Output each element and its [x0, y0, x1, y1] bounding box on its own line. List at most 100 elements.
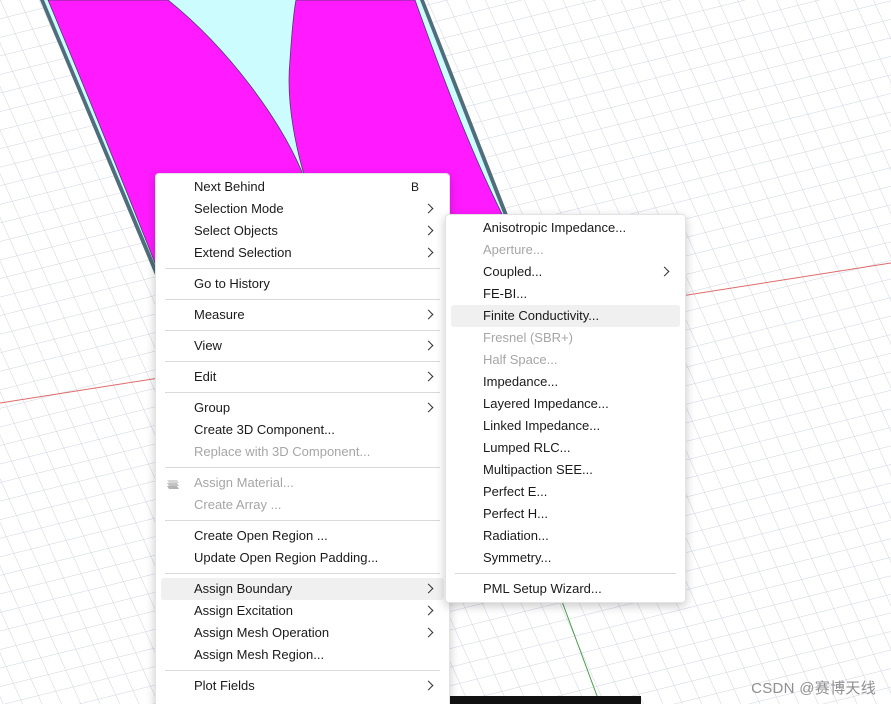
- menu-item-label: PML Setup Wizard...: [483, 581, 602, 596]
- boundary-submenu-item-perfect-h[interactable]: Perfect H...: [451, 503, 680, 525]
- menu-item-label: Next Behind: [194, 179, 265, 194]
- menu-item-label: Coupled...: [483, 264, 543, 279]
- menu-item-label: Assign Mesh Region...: [194, 647, 325, 662]
- chevron-right-icon: [423, 225, 434, 236]
- context-menu-item-view[interactable]: View: [161, 335, 444, 357]
- boundary-submenu-item-linked-impedance[interactable]: Linked Impedance...: [451, 415, 680, 437]
- chevron-right-icon: [423, 680, 434, 691]
- chevron-right-icon: [423, 247, 434, 258]
- menu-item-label: Create Array ...: [194, 497, 282, 512]
- context-menu-item-select-objects[interactable]: Select Objects: [161, 220, 444, 242]
- watermark-text: CSDN @赛博天线: [751, 680, 876, 697]
- material-stack-icon: [164, 476, 180, 490]
- menu-separator: [165, 467, 440, 468]
- boundary-submenu-item-fe-bi[interactable]: FE-BI...: [451, 283, 680, 305]
- boundary-submenu-item-half-space[interactable]: Half Space...: [451, 349, 680, 371]
- chevron-right-icon: [659, 266, 670, 277]
- context-menu-item-selection-mode[interactable]: Selection Mode: [161, 198, 444, 220]
- menu-item-label: Assign Boundary: [194, 581, 293, 596]
- menu-item-label: Aperture...: [483, 242, 544, 257]
- menu-item-label: Assign Excitation: [194, 603, 293, 618]
- menu-item-label: FE-BI...: [483, 286, 528, 301]
- menu-item-label: Perfect E...: [483, 484, 548, 499]
- boundary-submenu-item-radiation[interactable]: Radiation...: [451, 525, 680, 547]
- menu-item-label: Assign Material...: [194, 475, 294, 490]
- context-menu-item-replace-with-3d-component[interactable]: Replace with 3D Component...: [161, 441, 444, 463]
- context-menu-item-create-open-region[interactable]: Create Open Region ...: [161, 525, 444, 547]
- menu-separator: [165, 392, 440, 393]
- menu-separator: [455, 573, 676, 574]
- menu-item-label: Linked Impedance...: [483, 418, 601, 433]
- context-menu-item-plot-fields[interactable]: Plot Fields: [161, 675, 444, 697]
- menu-item-label: Plot Fields: [194, 678, 255, 693]
- context-menu-item-assign-excitation[interactable]: Assign Excitation: [161, 600, 444, 622]
- context-menu-item-go-to-history[interactable]: Go to History: [161, 273, 444, 295]
- context-menu[interactable]: Next Behind B Selection Mode Select Objects…: [155, 173, 450, 704]
- menu-separator: [165, 573, 440, 574]
- menu-item-label: Radiation...: [483, 528, 549, 543]
- chevron-right-icon: [423, 605, 434, 616]
- menu-item-label: Create 3D Component...: [194, 422, 335, 437]
- boundary-submenu-item-anisotropic-impedance[interactable]: Anisotropic Impedance...: [451, 217, 680, 239]
- context-menu-item-assign-boundary[interactable]: Assign Boundary: [161, 578, 444, 600]
- boundary-submenu-item-lumped-rlc[interactable]: Lumped RLC...: [451, 437, 680, 459]
- boundary-submenu-item-coupled[interactable]: Coupled...: [451, 261, 680, 283]
- context-menu-item-group[interactable]: Group: [161, 397, 444, 419]
- chevron-right-icon: [423, 371, 434, 382]
- boundary-submenu-item-symmetry[interactable]: Symmetry...: [451, 547, 680, 569]
- menu-item-label: Multipaction SEE...: [483, 462, 593, 477]
- boundary-submenu-item-multipaction-see[interactable]: Multipaction SEE...: [451, 459, 680, 481]
- menu-separator: [165, 361, 440, 362]
- chevron-right-icon: [423, 627, 434, 638]
- menu-item-label: Finite Conductivity...: [483, 308, 600, 323]
- boundary-submenu-item-finite-conductivity[interactable]: Finite Conductivity...: [451, 305, 680, 327]
- menu-item-label: Anisotropic Impedance...: [483, 220, 627, 235]
- menu-separator: [165, 520, 440, 521]
- menu-item-label: Perfect H...: [483, 506, 549, 521]
- menu-item-label: Selection Mode: [194, 201, 284, 216]
- modeler-3d-viewport[interactable]: Next Behind B Selection Mode Select Objects…: [0, 0, 891, 704]
- boundary-submenu-item-pml-setup-wizard[interactable]: PML Setup Wizard...: [451, 578, 680, 600]
- boundary-submenu-item-perfect-e[interactable]: Perfect E...: [451, 481, 680, 503]
- assign-boundary-submenu[interactable]: Anisotropic Impedance... Aperture... Coupl…: [445, 214, 686, 603]
- context-menu-item-create-array[interactable]: Create Array ...: [161, 494, 444, 516]
- menu-item-label: Measure: [194, 307, 245, 322]
- chevron-right-icon: [423, 309, 434, 320]
- boundary-submenu-item-aperture[interactable]: Aperture...: [451, 239, 680, 261]
- context-menu-item-extend-selection[interactable]: Extend Selection: [161, 242, 444, 264]
- menu-item-label: Impedance...: [483, 374, 559, 389]
- menu-item-label: Create Open Region ...: [194, 528, 328, 543]
- boundary-submenu-item-impedance[interactable]: Impedance...: [451, 371, 680, 393]
- menu-item-label: Assign Mesh Operation: [194, 625, 330, 640]
- chevron-right-icon: [423, 402, 434, 413]
- menu-separator: [165, 299, 440, 300]
- context-menu-item-assign-mesh-region[interactable]: Assign Mesh Region...: [161, 644, 444, 666]
- menu-item-label: Edit: [194, 369, 217, 384]
- chevron-right-icon: [423, 340, 434, 351]
- context-menu-item-measure[interactable]: Measure: [161, 304, 444, 326]
- menu-item-label: Fresnel (SBR+): [483, 330, 573, 345]
- menu-item-label: Replace with 3D Component...: [194, 444, 371, 459]
- context-menu-item-update-open-region-padding[interactable]: Update Open Region Padding...: [161, 547, 444, 569]
- context-menu-item-edit[interactable]: Edit: [161, 366, 444, 388]
- menu-separator: [165, 330, 440, 331]
- menu-item-label: Update Open Region Padding...: [194, 550, 379, 565]
- context-menu-item-next-behind[interactable]: Next Behind B: [161, 176, 444, 198]
- menu-item-label: Symmetry...: [483, 550, 552, 565]
- boundary-submenu-item-layered-impedance[interactable]: Layered Impedance...: [451, 393, 680, 415]
- menu-separator: [165, 670, 440, 671]
- menu-item-label: Layered Impedance...: [483, 396, 609, 411]
- menu-item-label: Half Space...: [483, 352, 558, 367]
- menu-item-label: Select Objects: [194, 223, 278, 238]
- context-menu-item-assign-material[interactable]: Assign Material...: [161, 472, 444, 494]
- chevron-right-icon: [423, 203, 434, 214]
- menu-separator: [165, 268, 440, 269]
- menu-item-label: Go to History: [194, 276, 270, 291]
- chevron-right-icon: [423, 583, 434, 594]
- boundary-submenu-item-fresnel-sbr[interactable]: Fresnel (SBR+): [451, 327, 680, 349]
- menu-item-shortcut: B: [410, 180, 419, 194]
- status-bar-strip: [450, 696, 641, 704]
- menu-item-label: View: [194, 338, 222, 353]
- context-menu-item-create-3d-component[interactable]: Create 3D Component...: [161, 419, 444, 441]
- context-menu-item-assign-mesh-operation[interactable]: Assign Mesh Operation: [161, 622, 444, 644]
